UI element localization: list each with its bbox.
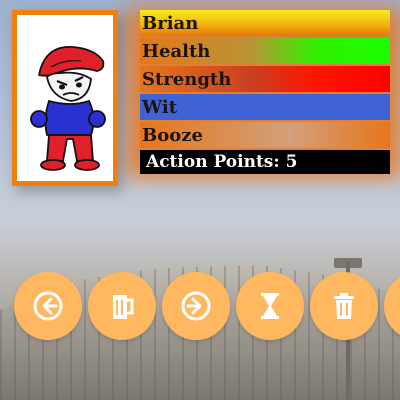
wit-bar: Wit <box>140 94 390 120</box>
character-stats-panel: Brian Health Strength Wit Booze Action P… <box>140 10 390 176</box>
strength-label: Strength <box>142 68 232 90</box>
booze-label: Booze <box>142 124 203 146</box>
arrow-right-icon <box>181 291 211 321</box>
more-button[interactable] <box>384 272 400 340</box>
discard-button[interactable] <box>310 272 378 340</box>
health-label: Health <box>142 40 211 62</box>
action-bar <box>14 272 400 344</box>
character-name: Brian <box>140 10 390 36</box>
move-right-button[interactable] <box>162 272 230 340</box>
wit-label: Wit <box>142 96 178 118</box>
arrow-left-icon <box>33 291 63 321</box>
wait-button[interactable] <box>236 272 304 340</box>
move-left-button[interactable] <box>14 272 82 340</box>
health-bar: Health <box>140 38 390 64</box>
trash-icon <box>334 293 354 319</box>
booze-bar: Booze <box>140 122 390 148</box>
smurf-character-image <box>30 46 106 171</box>
hourglass-icon <box>261 293 279 319</box>
character-portrait <box>12 10 118 186</box>
strength-bar: Strength <box>140 66 390 92</box>
action-points: Action Points: 5 <box>140 150 390 174</box>
drink-button[interactable] <box>88 272 156 340</box>
beer-mug-icon <box>113 295 134 319</box>
